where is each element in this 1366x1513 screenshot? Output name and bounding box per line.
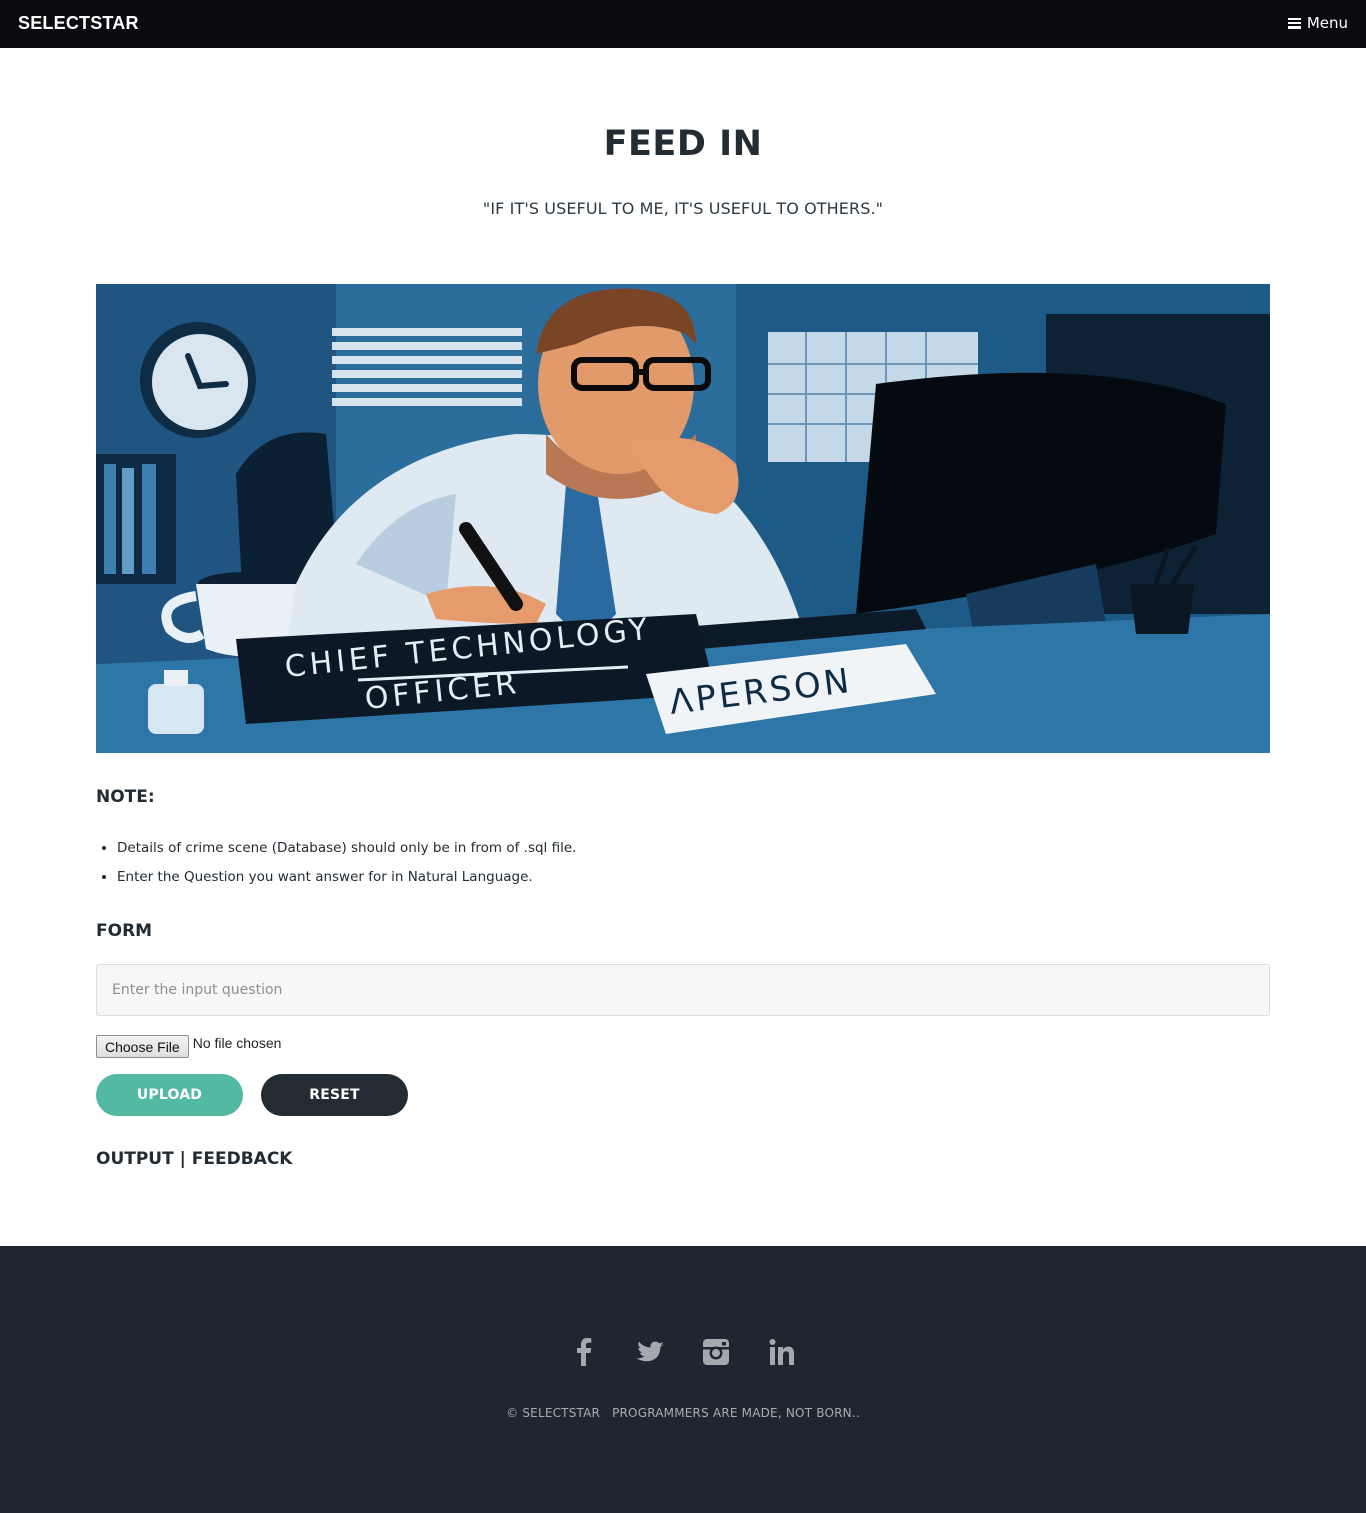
top-navbar: SELECTSTAR Menu: [0, 0, 1366, 48]
upload-button[interactable]: UPLOAD: [96, 1074, 243, 1116]
choose-file-button[interactable]: Choose File: [96, 1035, 189, 1058]
page-subtitle: "IF IT'S USEFUL TO ME, IT'S USEFUL TO OT…: [482, 199, 884, 218]
form-heading: FORM: [96, 921, 153, 941]
cto-illustration: CHIEF TECHNOLOGY OFFICER ΛPERSON: [96, 284, 1270, 753]
copyright-text: © SELECTSTAR PROGRAMMERS ARE MADE, NOT BO…: [0, 1406, 1366, 1420]
hamburger-icon: [1287, 17, 1301, 29]
footer-tagline: PROGRAMMERS ARE MADE, NOT BORN..: [612, 1406, 860, 1420]
question-input[interactable]: [96, 964, 1270, 1016]
file-status-label: No file chosen: [192, 1034, 282, 1051]
copyright-label: © SELECTSTAR: [506, 1406, 601, 1420]
output-heading: OUTPUT | FEEDBACK: [96, 1149, 293, 1169]
brand-logo[interactable]: SELECTSTAR: [18, 13, 139, 34]
linkedin-icon[interactable]: [764, 1334, 800, 1370]
social-links: [0, 1334, 1366, 1370]
menu-button[interactable]: Menu: [1287, 14, 1348, 32]
note-item: Enter the Question you want answer for i…: [117, 863, 576, 892]
file-upload-field: Choose File No file chosen: [96, 1033, 281, 1058]
instagram-icon[interactable]: [698, 1334, 734, 1370]
reset-button[interactable]: RESET: [261, 1074, 408, 1116]
twitter-icon[interactable]: [632, 1334, 668, 1370]
facebook-icon[interactable]: [566, 1334, 602, 1370]
note-item: Details of crime scene (Database) should…: [117, 834, 576, 863]
note-list: Details of crime scene (Database) should…: [117, 834, 576, 892]
page-title: FEED IN: [603, 124, 763, 164]
menu-label: Menu: [1306, 14, 1348, 32]
note-heading: NOTE:: [96, 787, 155, 807]
footer: © SELECTSTAR PROGRAMMERS ARE MADE, NOT BO…: [0, 1246, 1366, 1513]
